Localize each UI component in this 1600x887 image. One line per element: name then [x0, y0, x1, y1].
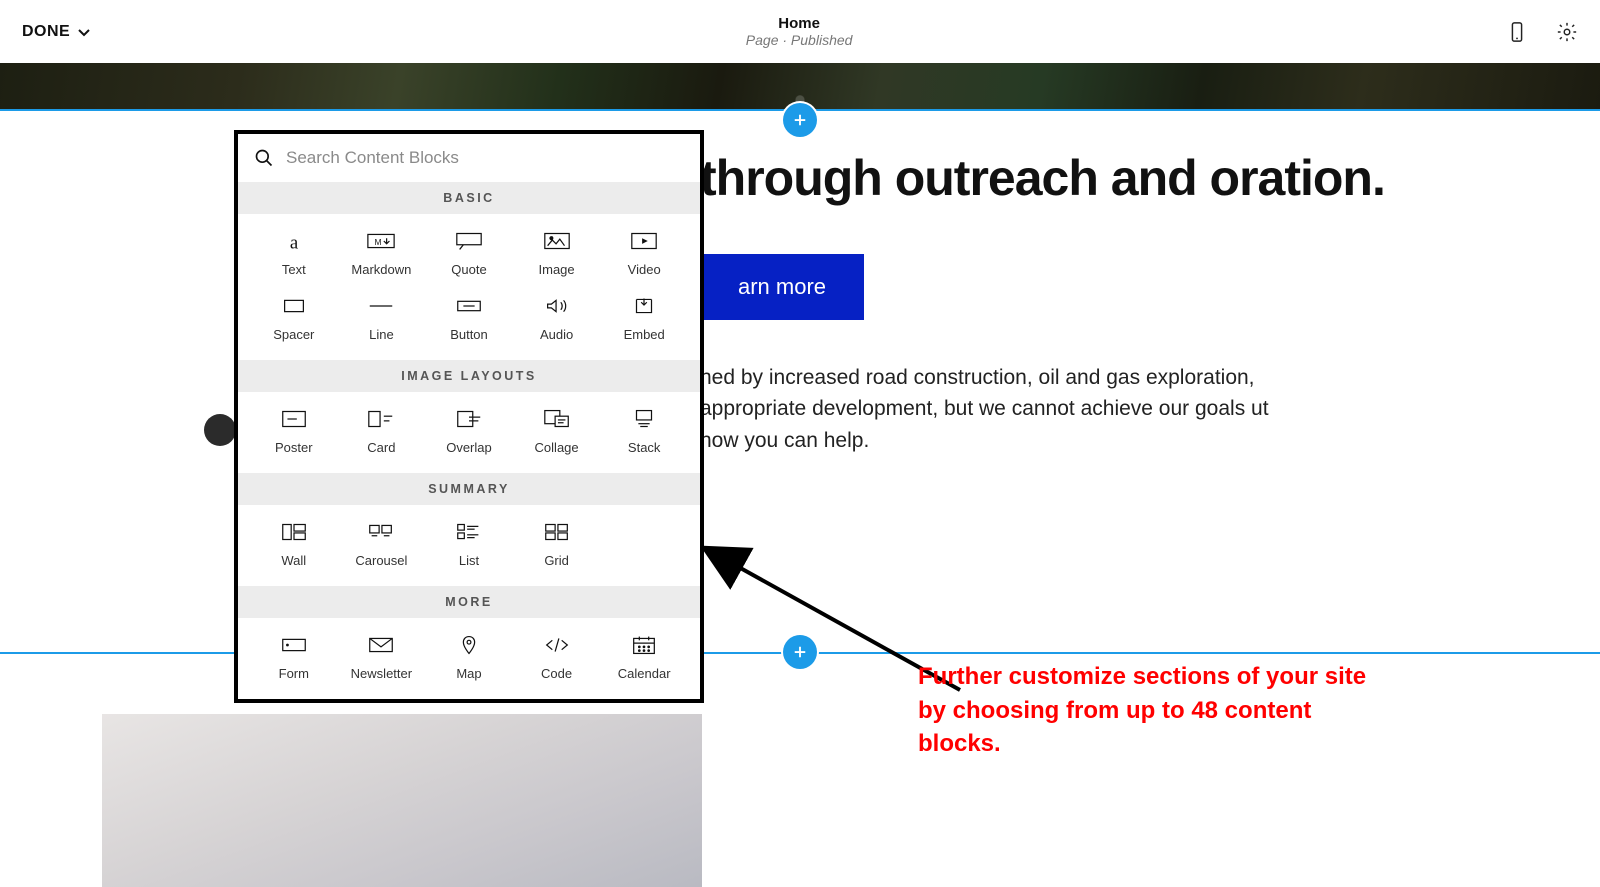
block-item-line[interactable]: Line — [338, 295, 426, 342]
mobile-preview-icon[interactable] — [1506, 21, 1528, 43]
category-grid-image-layouts: Poster Card Overlap Collage Stack — [238, 392, 700, 473]
search-icon — [254, 148, 274, 168]
category-header-more: MORE — [238, 586, 700, 618]
page-title: Home — [746, 15, 853, 32]
gear-icon[interactable] — [1556, 21, 1578, 43]
button-icon — [454, 295, 484, 317]
card-icon — [366, 408, 396, 430]
video-icon — [629, 230, 659, 252]
block-item-poster[interactable]: Poster — [250, 408, 338, 455]
hero-heading[interactable]: through outreach and oration. — [700, 150, 1540, 208]
body-paragraph[interactable]: ned by increased road construction, oil … — [700, 362, 1300, 457]
overlap-icon — [454, 408, 484, 430]
image-icon — [542, 230, 572, 252]
category-header-summary: SUMMARY — [238, 473, 700, 505]
category-grid-more: Form Newsletter Map Code Calendar — [238, 618, 700, 699]
block-item-wall[interactable]: Wall — [250, 521, 338, 568]
add-section-button[interactable] — [783, 635, 817, 669]
collage-icon — [542, 408, 572, 430]
block-item-calendar[interactable]: Calendar — [600, 634, 688, 681]
svg-text:a: a — [290, 233, 299, 253]
wall-icon — [279, 521, 309, 543]
block-item-list[interactable]: List — [425, 521, 513, 568]
header-actions — [1506, 21, 1578, 43]
map-icon — [454, 634, 484, 656]
block-item-card[interactable]: Card — [338, 408, 426, 455]
list-icon — [454, 521, 484, 543]
block-item-map[interactable]: Map — [425, 634, 513, 681]
calendar-icon — [629, 634, 659, 656]
stack-icon — [629, 408, 659, 430]
plus-icon — [791, 643, 809, 661]
section-image-placeholder — [102, 714, 702, 887]
block-item-embed[interactable]: Embed — [600, 295, 688, 342]
cta-button[interactable]: arn more — [700, 254, 864, 320]
block-item-button[interactable]: Button — [425, 295, 513, 342]
block-item-overlap[interactable]: Overlap — [425, 408, 513, 455]
category-header-basic: BASIC — [238, 182, 700, 214]
block-item-audio[interactable]: Audio — [513, 295, 601, 342]
block-item-carousel[interactable]: Carousel — [338, 521, 426, 568]
block-item-newsletter[interactable]: Newsletter — [338, 634, 426, 681]
audio-icon — [542, 295, 572, 317]
svg-text:M: M — [375, 237, 382, 247]
spacer-icon — [279, 295, 309, 317]
plus-icon — [791, 111, 809, 129]
block-item-collage[interactable]: Collage — [513, 408, 601, 455]
block-item-spacer[interactable]: Spacer — [250, 295, 338, 342]
newsletter-icon — [366, 634, 396, 656]
chevron-down-icon — [76, 24, 92, 40]
poster-icon — [279, 408, 309, 430]
content-block-picker: BASIC a Text M Markdown Quote Image Vide… — [234, 130, 704, 703]
block-item-grid[interactable]: Grid — [513, 521, 601, 568]
grid-icon — [542, 521, 572, 543]
page-subtitle: Page · Published — [746, 32, 853, 48]
line-icon — [366, 295, 396, 317]
block-item-quote[interactable]: Quote — [425, 230, 513, 277]
category-grid-basic: a Text M Markdown Quote Image Video Spac… — [238, 214, 700, 360]
block-item-form[interactable]: Form — [250, 634, 338, 681]
done-label: DONE — [22, 23, 70, 41]
block-item-text[interactable]: a Text — [250, 230, 338, 277]
category-header-image-layouts: IMAGE LAYOUTS — [238, 360, 700, 392]
block-item-video[interactable]: Video — [600, 230, 688, 277]
carousel-icon — [366, 521, 396, 543]
annotation-text: Further customize sections of your site … — [918, 660, 1388, 761]
markdown-icon: M — [366, 230, 396, 252]
block-item-stack[interactable]: Stack — [600, 408, 688, 455]
editor-header: DONE Home Page · Published — [0, 0, 1600, 63]
block-item-code[interactable]: Code — [513, 634, 601, 681]
quote-icon — [454, 230, 484, 252]
search-input[interactable] — [286, 148, 684, 168]
block-item-image[interactable]: Image — [513, 230, 601, 277]
add-section-button[interactable] — [783, 103, 817, 137]
done-button[interactable]: DONE — [22, 23, 92, 41]
category-grid-summary: Wall Carousel List Grid — [238, 505, 700, 586]
code-icon — [542, 634, 572, 656]
block-search-row — [238, 134, 700, 182]
block-item-markdown[interactable]: M Markdown — [338, 230, 426, 277]
form-icon — [279, 634, 309, 656]
text-icon: a — [279, 230, 309, 252]
embed-icon — [629, 295, 659, 317]
header-title-area: Home Page · Published — [746, 15, 853, 48]
